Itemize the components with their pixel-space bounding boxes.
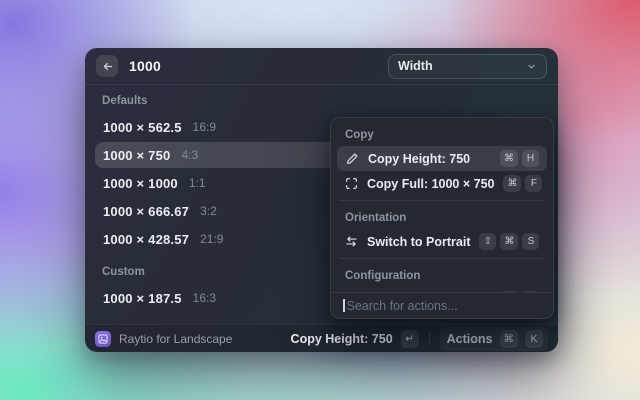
chevron-down-icon bbox=[526, 61, 537, 72]
fullsize-icon bbox=[345, 177, 358, 190]
picture-icon bbox=[98, 334, 108, 344]
search-placeholder: Search for actions... bbox=[347, 299, 458, 313]
item-size: 1000 × 428.57 bbox=[103, 232, 189, 247]
s-keycap: S bbox=[522, 233, 539, 250]
section-header-defaults: Defaults bbox=[95, 93, 548, 114]
item-size: 1000 × 750 bbox=[103, 148, 170, 163]
item-size: 1000 × 562.5 bbox=[103, 120, 182, 135]
arrow-left-icon bbox=[101, 60, 114, 73]
item-size: 1000 × 1000 bbox=[103, 176, 178, 191]
k-keycap: K bbox=[525, 330, 543, 348]
item-ratio: 3:2 bbox=[200, 204, 217, 218]
popover-section-configuration: Configuration bbox=[337, 263, 547, 287]
actions-list: Copy Copy Height: 750 ⌘ H Copy Full: 100… bbox=[331, 118, 553, 292]
mode-dropdown[interactable]: Width bbox=[388, 54, 547, 79]
cmd-keycap: ⌘ bbox=[500, 233, 518, 250]
search-actions-input[interactable]: Search for actions... bbox=[331, 292, 553, 318]
actions-button[interactable]: Actions ⌘ K bbox=[440, 327, 548, 351]
action-item-switch-portrait[interactable]: Switch to Portrait ⇧ ⌘ S bbox=[337, 229, 547, 254]
action-item-copy-full[interactable]: Copy Full: 1000 × 750 ⌘ F bbox=[337, 171, 547, 196]
window-footer: Raytio for Landscape Copy Height: 750 ↵ … bbox=[85, 324, 558, 352]
popover-section-orientation: Orientation bbox=[337, 205, 547, 229]
dropdown-value: Width bbox=[398, 59, 433, 73]
return-keycap[interactable]: ↵ bbox=[401, 330, 419, 348]
item-ratio: 1:1 bbox=[189, 176, 206, 190]
f-keycap: F bbox=[525, 175, 542, 192]
item-ratio: 4:3 bbox=[181, 148, 198, 162]
pencil-icon bbox=[345, 152, 359, 165]
item-ratio: 16:3 bbox=[193, 291, 216, 305]
app-icon bbox=[95, 331, 111, 347]
app-name: Raytio for Landscape bbox=[119, 332, 232, 346]
action-item-copy-height[interactable]: Copy Height: 750 ⌘ H bbox=[337, 146, 547, 171]
footer-divider bbox=[429, 332, 430, 346]
primary-action-label[interactable]: Copy Height: 750 bbox=[291, 332, 393, 346]
query-text: 1000 bbox=[129, 58, 161, 74]
popover-divider bbox=[339, 258, 545, 259]
text-caret bbox=[343, 299, 345, 312]
action-label: Copy Height: 750 bbox=[368, 152, 491, 166]
actions-popover: Copy Copy Height: 750 ⌘ H Copy Full: 100… bbox=[330, 117, 554, 319]
item-ratio: 21:9 bbox=[200, 232, 223, 246]
h-keycap: H bbox=[522, 150, 539, 167]
popover-section-copy: Copy bbox=[337, 122, 547, 146]
back-button[interactable] bbox=[96, 55, 118, 77]
window-header: 1000 Width bbox=[85, 48, 558, 85]
swap-icon bbox=[345, 235, 358, 248]
shift-keycap: ⇧ bbox=[479, 233, 496, 250]
action-label: Switch to Portrait bbox=[367, 235, 470, 249]
action-label: Copy Full: 1000 × 750 bbox=[367, 177, 494, 191]
cmd-keycap: ⌘ bbox=[500, 330, 519, 348]
cmd-keycap: ⌘ bbox=[500, 150, 518, 167]
item-ratio: 16:9 bbox=[193, 120, 216, 134]
cmd-keycap: ⌘ bbox=[503, 175, 521, 192]
item-size: 1000 × 187.5 bbox=[103, 291, 182, 306]
popover-divider bbox=[339, 200, 545, 201]
actions-label: Actions bbox=[447, 332, 493, 346]
item-size: 1000 × 666.67 bbox=[103, 204, 189, 219]
